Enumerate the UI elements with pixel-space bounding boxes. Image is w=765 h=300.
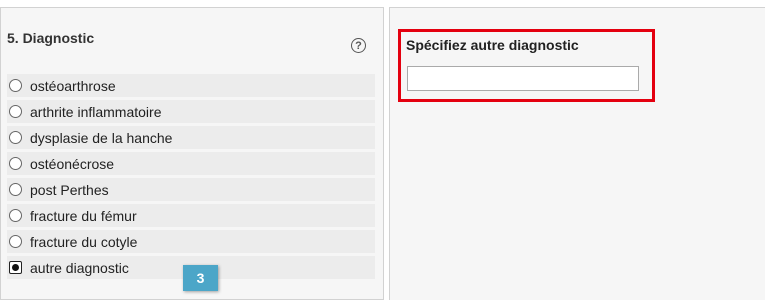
radio-button[interactable] (9, 105, 22, 118)
option-label: ostéoarthrose (30, 77, 116, 94)
radio-button[interactable] (9, 131, 22, 144)
radio-button[interactable] (9, 79, 22, 92)
option-osteoarthrose[interactable]: ostéoarthrose (7, 74, 375, 97)
option-label: ostéonécrose (30, 155, 115, 172)
option-arthrite-inflammatoire[interactable]: arthrite inflammatoire (7, 100, 375, 123)
option-post-perthes[interactable]: post Perthes (7, 178, 375, 201)
option-osteonecrose[interactable]: ostéonécrose (7, 152, 375, 175)
radio-button[interactable] (9, 209, 22, 222)
option-label: post Perthes (30, 181, 109, 198)
section-title: 5. Diagnostic (7, 30, 95, 46)
radio-button-selected[interactable] (9, 261, 22, 274)
option-label: fracture du fémur (30, 207, 137, 224)
help-icon[interactable]: ? (351, 38, 366, 53)
option-label: dysplasie de la hanche (30, 129, 173, 146)
option-fracture-femur[interactable]: fracture du fémur (7, 204, 375, 227)
option-label: arthrite inflammatoire (30, 103, 162, 120)
radio-button[interactable] (9, 183, 22, 196)
step-badge: 3 (183, 265, 218, 291)
radio-button[interactable] (9, 157, 22, 170)
other-diagnosis-label: Spécifiez autre diagnostic (406, 37, 579, 53)
other-diagnosis-input[interactable] (407, 66, 639, 91)
option-label: autre diagnostic (30, 259, 129, 276)
option-fracture-cotyle[interactable]: fracture du cotyle (7, 230, 375, 253)
option-dysplasie-hanche[interactable]: dysplasie de la hanche (7, 126, 375, 149)
option-label: fracture du cotyle (30, 233, 138, 250)
diagnostic-options: ostéoarthrose arthrite inflammatoire dys… (7, 74, 375, 282)
radio-button[interactable] (9, 235, 22, 248)
